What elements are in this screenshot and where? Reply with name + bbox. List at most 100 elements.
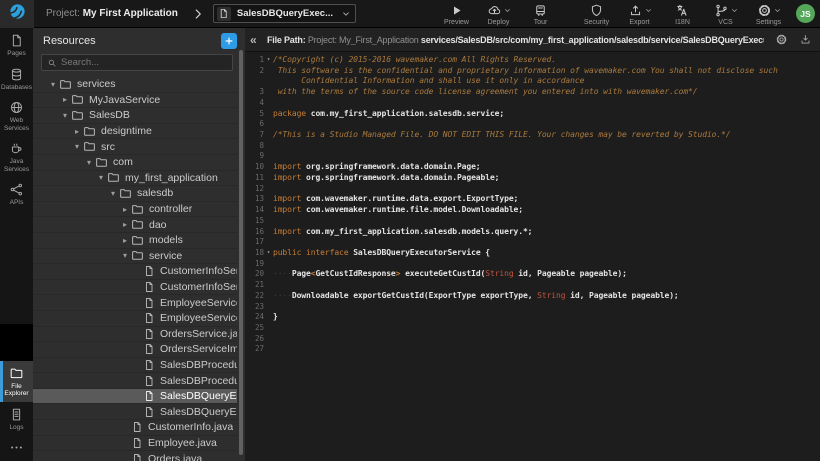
sidebar-item-java-services[interactable]: Java Services xyxy=(0,136,33,177)
code-line: 18▾public interface SalesDBQueryExecutor… xyxy=(245,248,820,259)
toolbar-label: Security xyxy=(584,19,609,26)
web-services-icon xyxy=(9,100,24,115)
tree-item[interactable]: ▸MyJavaService xyxy=(33,93,237,109)
file-icon xyxy=(143,390,155,402)
toolbar-i18n-button[interactable]: I18N xyxy=(666,2,699,26)
code-line: 25 xyxy=(245,323,820,334)
sidebar-item-pages[interactable]: Pages xyxy=(0,28,33,62)
toolbar-export-button[interactable]: Export xyxy=(623,2,656,26)
toolbar-tour-button[interactable]: Tour xyxy=(524,2,557,26)
expand-arrow-icon[interactable]: ▸ xyxy=(119,220,131,229)
user-avatar[interactable]: JS xyxy=(796,4,815,23)
tree-item-label: Orders.java xyxy=(148,453,202,461)
tree-item[interactable]: ▾ SalesDB xyxy=(33,108,237,124)
tree-item[interactable]: SalesDBQueryExecutorServiceImpl.java xyxy=(33,404,237,420)
fold-spacer xyxy=(264,259,273,270)
folder-icon xyxy=(107,171,120,184)
collapse-arrow-icon[interactable]: ▾ xyxy=(107,189,119,198)
tree-item[interactable]: Employee.java xyxy=(33,436,237,452)
line-number: 21 xyxy=(245,280,264,291)
tree-scrollbar[interactable] xyxy=(239,50,243,455)
code-line: 26 xyxy=(245,334,820,345)
collapse-arrow-icon[interactable]: ▾ xyxy=(71,142,83,151)
add-resource-button[interactable] xyxy=(221,33,237,49)
file-path-value: services/SalesDB/src/com/my_first_applic… xyxy=(421,35,764,45)
toolbar-settings-button[interactable]: Settings xyxy=(752,2,785,26)
code-line: 27 xyxy=(245,344,820,355)
code-text: ····Downloadable exportGetCustId(ExportT… xyxy=(273,291,679,302)
tree-item[interactable]: EmployeeService.java xyxy=(33,295,237,311)
toolbar-vcs-button[interactable]: VCS xyxy=(709,2,742,26)
code-line: 13import com.wavemaker.runtime.data.expo… xyxy=(245,194,820,205)
tree-item[interactable]: EmployeeServiceImpl.java xyxy=(33,311,237,327)
file-icon xyxy=(217,7,231,21)
fold-spacer xyxy=(264,205,273,216)
tree-item[interactable]: ▾com xyxy=(33,155,237,171)
collapse-panel-icon[interactable]: « xyxy=(250,33,264,47)
line-number: 8 xyxy=(245,141,264,152)
fold-spacer xyxy=(264,109,273,120)
sidebar-item-web-services[interactable]: Web Services xyxy=(0,95,33,136)
code-line: 9 xyxy=(245,151,820,162)
file-icon xyxy=(143,297,155,309)
tree-item[interactable]: CustomerInfoServiceImpl.java xyxy=(33,280,237,296)
sidebar-item-file-explorer[interactable]: File Explorer xyxy=(0,361,33,402)
sidebar-item-apis[interactable]: APIs xyxy=(0,177,33,211)
sidebar-item-label: File Explorer xyxy=(1,383,32,398)
tree-item[interactable]: ▸dao xyxy=(33,217,237,233)
tree-item[interactable]: OrdersServiceImpl.java xyxy=(33,342,237,358)
tree-item[interactable]: CustomerInfoService.java xyxy=(33,264,237,280)
code-fold-icon[interactable]: ▾ xyxy=(264,55,273,66)
tree-item[interactable]: ▾salesdb xyxy=(33,186,237,202)
line-number: 9 xyxy=(245,151,264,162)
code-line: 24} xyxy=(245,312,820,323)
expand-arrow-icon[interactable]: ▸ xyxy=(59,95,71,104)
search-input[interactable] xyxy=(61,57,227,68)
sidebar-item-more[interactable] xyxy=(0,435,33,461)
tree-item[interactable]: CustomerInfo.java xyxy=(33,420,237,436)
expand-arrow-icon[interactable]: ▸ xyxy=(119,205,131,214)
toolbar-security-button[interactable]: Security xyxy=(580,2,613,26)
page-selector-dropdown[interactable]: SalesDBQueryExec... xyxy=(213,4,356,23)
code-fold-icon[interactable]: ▾ xyxy=(264,248,273,259)
toolbar-deploy-button[interactable]: Deploy xyxy=(482,2,515,26)
tree-item[interactable]: SalesDBProcedureExecutorService.java xyxy=(33,358,237,374)
tree-item[interactable]: Orders.java xyxy=(33,451,237,461)
sidebar-item-databases[interactable]: Databases xyxy=(0,62,33,96)
tree-item-label: SalesDB xyxy=(89,109,130,121)
tree-item-label: designtime xyxy=(101,125,152,137)
code-text: import org.springframework.data.domain.P… xyxy=(273,173,499,184)
tree-item[interactable]: ▾service xyxy=(33,249,237,265)
toolbar-preview-button[interactable]: Preview xyxy=(440,2,473,26)
tree-item[interactable]: ▸ controller xyxy=(33,202,237,218)
code-editor[interactable]: 1▾/*Copyright (c) 2015-2016 wavemaker.co… xyxy=(245,52,820,461)
wavemaker-logo[interactable] xyxy=(0,0,34,28)
wavemaker-studio: Project: My First Application SalesDBQue… xyxy=(0,0,820,461)
tree-item-label: CustomerInfoService.java xyxy=(160,265,237,277)
code-text: with the terms of the source code licens… xyxy=(273,87,697,98)
code-line: 8 xyxy=(245,141,820,152)
line-number: 17 xyxy=(245,237,264,248)
collapse-arrow-icon[interactable]: ▾ xyxy=(119,251,131,260)
expand-arrow-icon[interactable]: ▸ xyxy=(119,236,131,245)
file-tree: ▾services▸MyJavaService ▾ SalesDB ▸ designti… xyxy=(33,77,245,461)
collapse-arrow-icon[interactable]: ▾ xyxy=(59,111,71,120)
tree-item[interactable]: OrdersService.java xyxy=(33,327,237,343)
tree-item[interactable]: ▾services xyxy=(33,77,237,93)
collapse-arrow-icon[interactable]: ▾ xyxy=(47,80,59,89)
tree-item[interactable]: ▾my_first_application xyxy=(33,171,237,187)
folder-icon xyxy=(131,234,144,247)
collapse-arrow-icon[interactable]: ▾ xyxy=(83,158,95,167)
tree-item[interactable]: ▸models xyxy=(33,233,237,249)
tree-item-label: controller xyxy=(149,203,192,215)
tree-item[interactable]: SalesDBQueryExecutorService.java xyxy=(33,389,237,405)
tree-item[interactable]: SalesDBProcedureExecutorServiceImpl.java xyxy=(33,373,237,389)
download-file-icon[interactable] xyxy=(799,33,812,46)
collapse-arrow-icon[interactable]: ▾ xyxy=(95,173,107,182)
expand-arrow-icon[interactable]: ▸ xyxy=(71,127,83,136)
tree-item[interactable]: ▸ designtime xyxy=(33,124,237,140)
folder-icon xyxy=(71,109,84,122)
file-settings-gear-icon[interactable] xyxy=(775,33,788,46)
sidebar-item-logs[interactable]: Logs xyxy=(0,402,33,436)
tree-item[interactable]: ▾src xyxy=(33,139,237,155)
